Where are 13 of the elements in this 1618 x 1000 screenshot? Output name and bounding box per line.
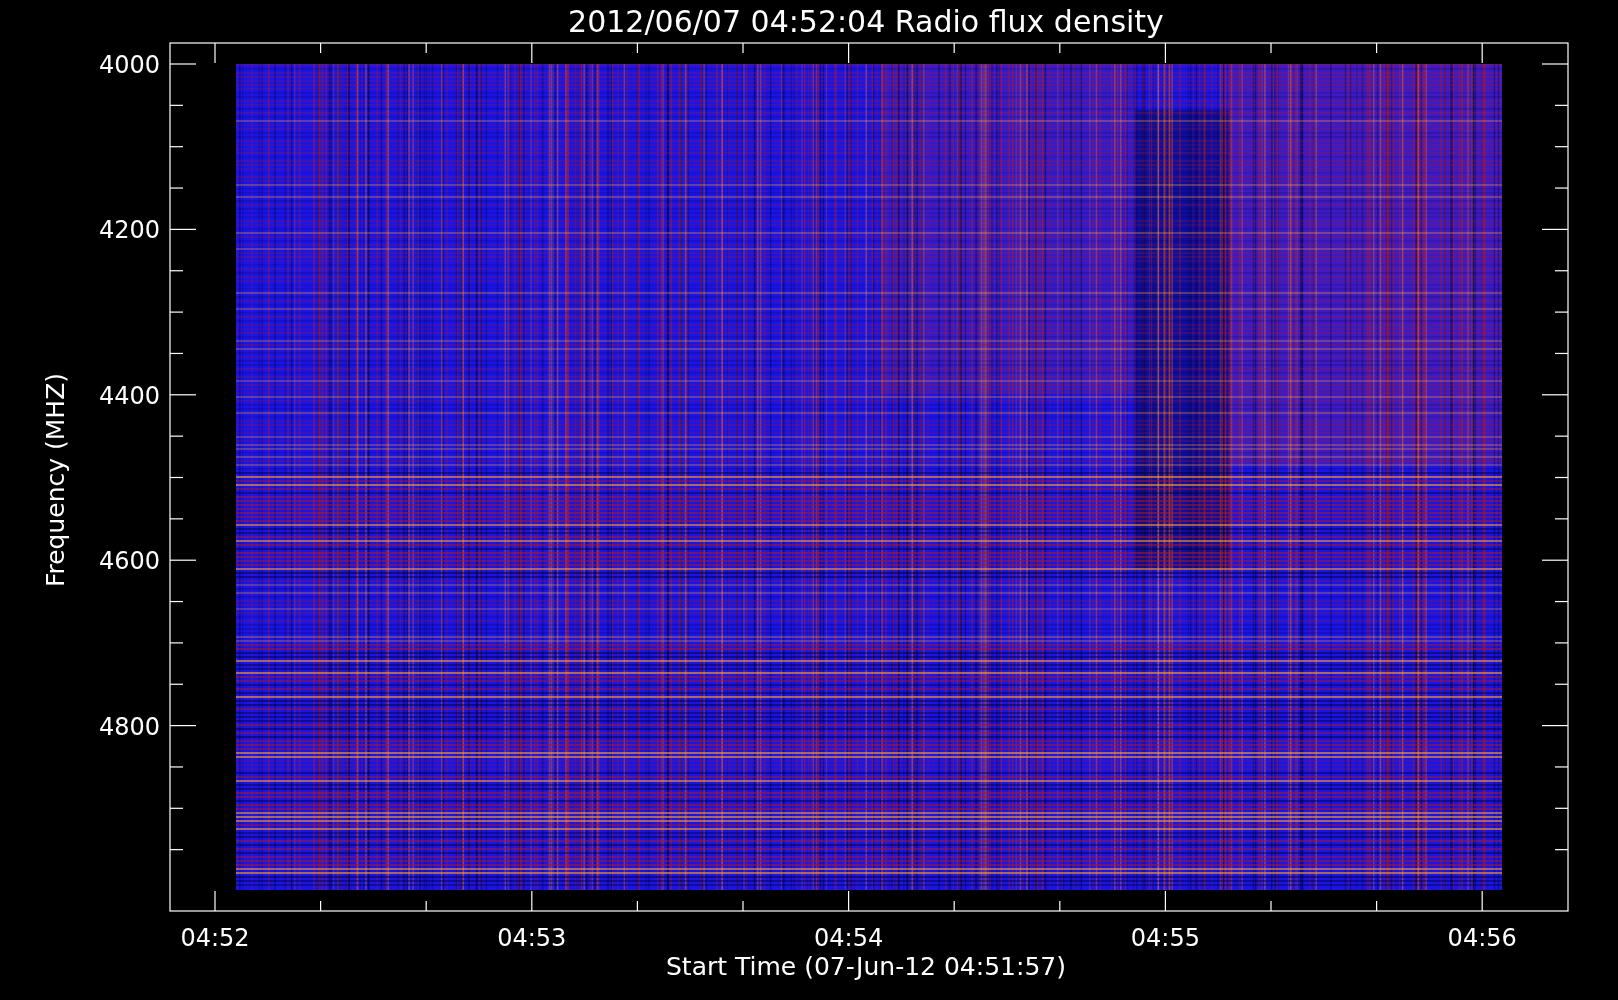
x-tick-label: 04:56 — [1447, 924, 1517, 952]
y-tick-label: 4600 — [98, 547, 160, 576]
x-tick-label: 04:54 — [814, 924, 884, 952]
y-tick-label: 4200 — [98, 216, 160, 245]
x-tick-label: 04:53 — [497, 924, 567, 952]
x-tick-label: 04:52 — [180, 924, 250, 952]
x-tick-label: 04:55 — [1130, 924, 1200, 952]
y-tick-label: 4400 — [98, 381, 160, 410]
y-tick-label: 4800 — [98, 712, 160, 741]
chart-title: 2012/06/07 04:52:04 Radio flux density — [568, 4, 1164, 39]
y-axis-label: Frequency (MHZ) — [41, 372, 70, 588]
y-tick-label: 4000 — [98, 51, 160, 79]
x-axis-label: Start Time (07-Jun-12 04:51:57) — [666, 952, 1066, 981]
